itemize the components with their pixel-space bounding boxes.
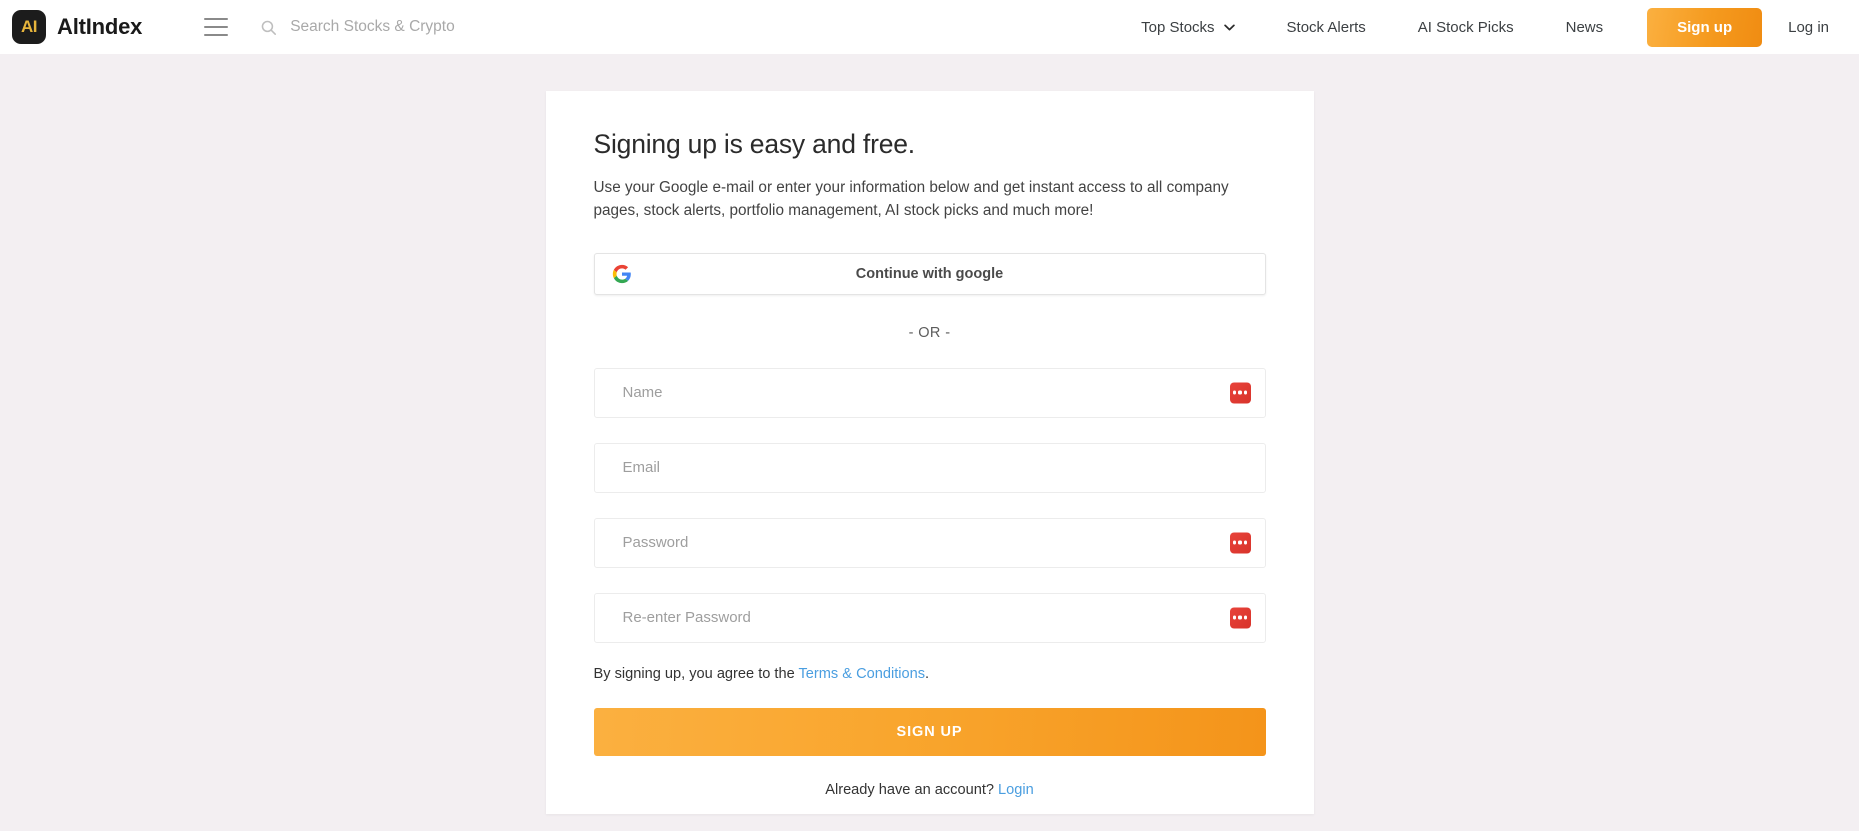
login-link[interactable]: Login — [998, 782, 1034, 798]
nav-item-stock-alerts[interactable]: Stock Alerts — [1261, 19, 1392, 36]
name-input[interactable] — [593, 367, 1266, 418]
or-divider-label: - OR - — [908, 324, 951, 341]
dot — [1238, 615, 1242, 620]
dot — [1238, 540, 1242, 545]
main-navigation: Top Stocks Stock Alerts AI Stock Picks N… — [1115, 7, 1837, 47]
already-prefix: Already have an account? — [825, 781, 999, 798]
password-manager-icon[interactable] — [1229, 532, 1251, 553]
password-manager-icon[interactable] — [1229, 382, 1251, 403]
dot — [1238, 390, 1242, 395]
chevron-down-icon — [1223, 24, 1235, 30]
confirm-password-input[interactable] — [593, 592, 1266, 643]
email-input[interactable] — [593, 442, 1266, 493]
terms-notice: By signing up, you agree to the Terms & … — [594, 666, 1266, 682]
brand-name-text: AltIndex — [57, 14, 143, 39]
page-subtitle: Use your Google e-mail or enter your inf… — [593, 179, 1229, 220]
hamburger-line — [204, 34, 229, 36]
header-login-link[interactable]: Log in — [1788, 19, 1837, 36]
field-name — [593, 367, 1266, 418]
terms-prefix: By signing up, you agree to the — [593, 665, 799, 682]
nav-item-ai-stock-picks[interactable]: AI Stock Picks — [1392, 19, 1540, 36]
dot — [1243, 615, 1247, 620]
dot — [1233, 390, 1237, 395]
header-signup-button[interactable]: Sign up — [1647, 7, 1763, 47]
signup-card-inner: Signing up is easy and free. Use your Go… — [570, 129, 1290, 798]
dot — [1233, 615, 1237, 620]
continue-with-google-button[interactable]: Continue with google — [593, 252, 1266, 295]
page-body: Signing up is easy and free. Use your Go… — [0, 54, 1859, 831]
already-have-account: Already have an account? Login — [594, 782, 1266, 798]
page-title: Signing up is easy and free. — [593, 129, 916, 159]
signup-card: Signing up is easy and free. Use your Go… — [545, 91, 1314, 814]
password-input[interactable] — [593, 517, 1266, 568]
search-input[interactable] — [290, 18, 621, 36]
dot — [1233, 540, 1237, 545]
brand-logo-link[interactable]: AI AltIndex — [12, 10, 142, 44]
hamburger-line — [204, 18, 229, 20]
altindex-logo-icon: AI — [12, 10, 46, 44]
terms-and-conditions-link[interactable]: Terms & Conditions — [799, 666, 926, 682]
nav-label: News — [1565, 18, 1604, 36]
field-email — [593, 442, 1266, 493]
dot — [1243, 390, 1247, 395]
google-g-icon — [612, 264, 631, 283]
nav-item-news[interactable]: News — [1540, 19, 1630, 36]
password-manager-icon[interactable] — [1229, 607, 1251, 628]
field-password — [593, 517, 1266, 568]
nav-item-top-stocks[interactable]: Top Stocks — [1115, 19, 1260, 36]
signup-submit-button[interactable]: SIGN UP — [593, 707, 1266, 756]
dot — [1243, 540, 1247, 545]
nav-label: Top Stocks — [1141, 18, 1215, 36]
google-button-label: Continue with google — [855, 265, 1004, 282]
terms-suffix: . — [925, 665, 930, 682]
site-header: AI AltIndex Top Stocks Stock Alerts AI S… — [0, 0, 1859, 54]
search-icon[interactable] — [260, 19, 277, 36]
hamburger-line — [204, 26, 229, 28]
hamburger-menu-icon[interactable] — [204, 18, 229, 36]
nav-label: Stock Alerts — [1286, 18, 1366, 36]
search-area — [260, 18, 1115, 36]
nav-label: AI Stock Picks — [1417, 18, 1514, 36]
field-confirm-password — [593, 592, 1266, 643]
